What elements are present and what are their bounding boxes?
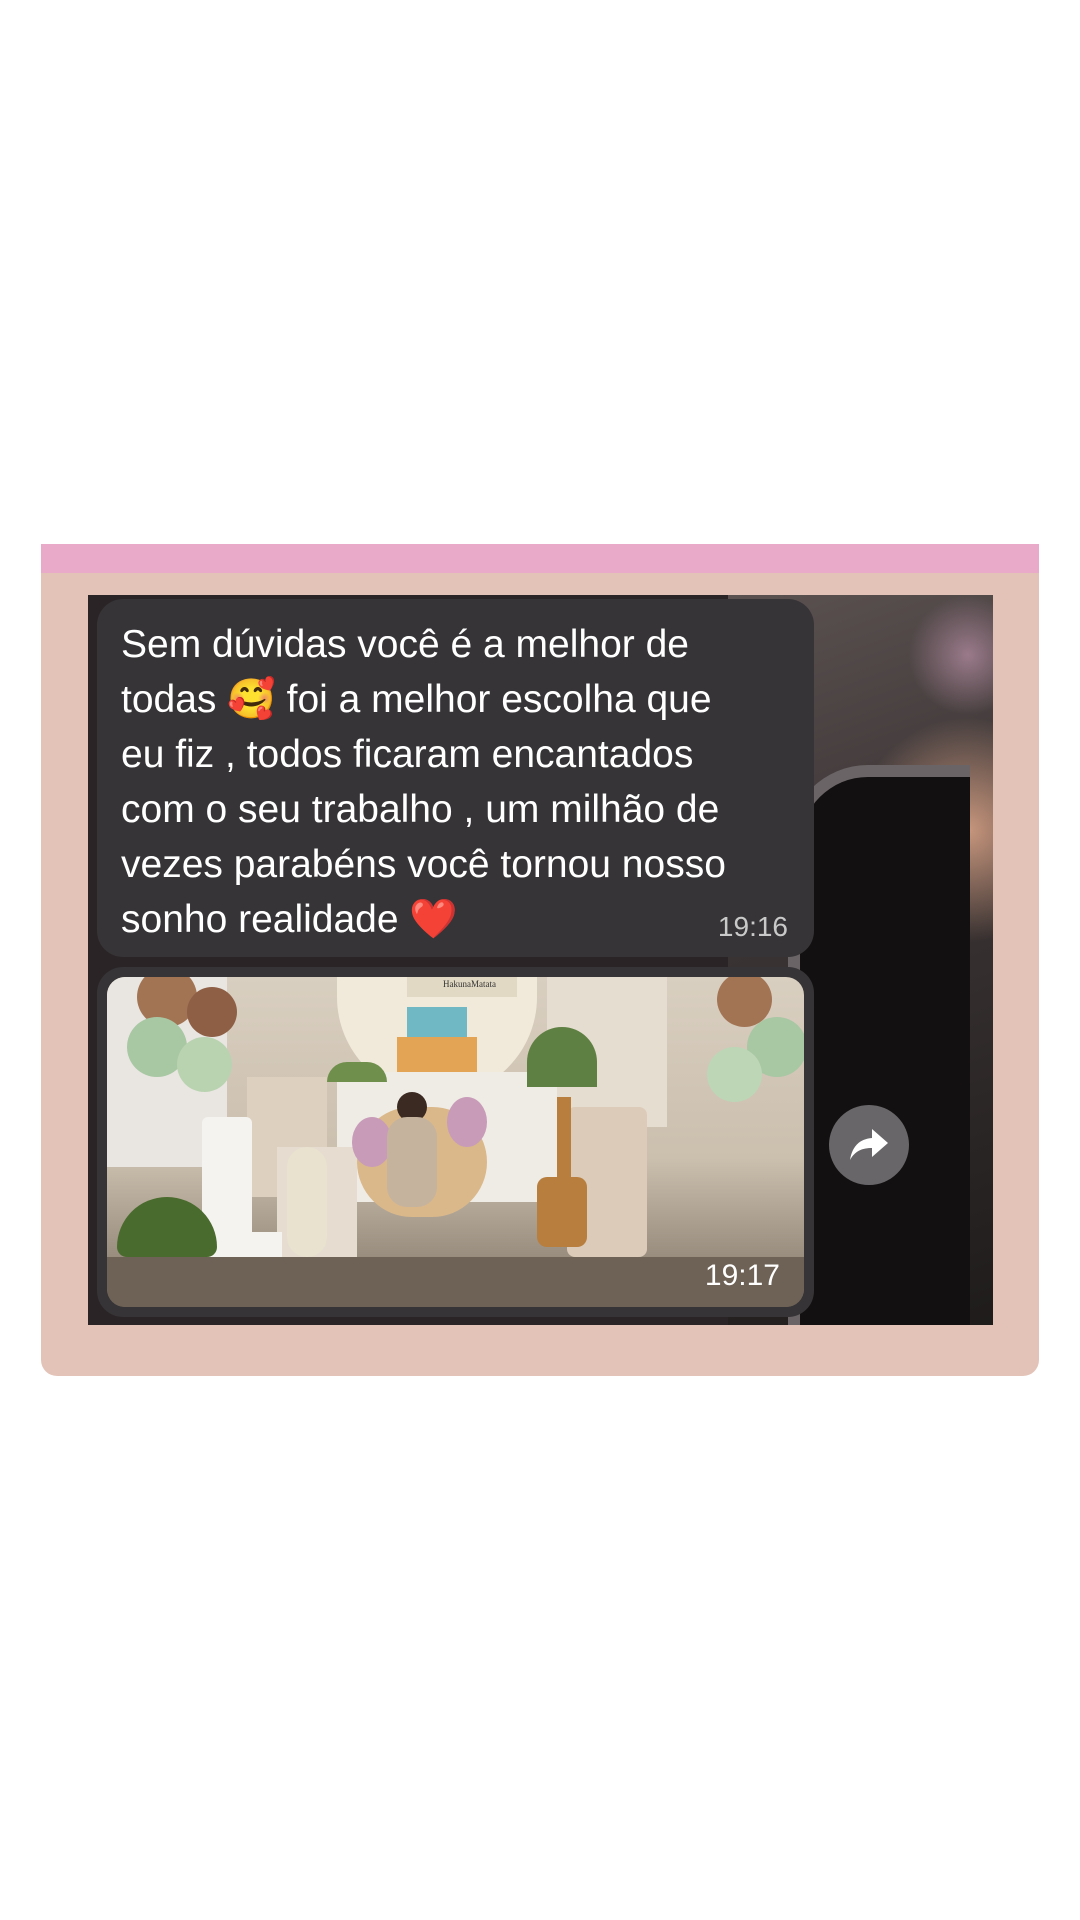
giraffe-body [537,1177,587,1247]
floor [107,1257,804,1307]
child-body [387,1117,437,1207]
photo-timestamp: 19:17 [704,1259,780,1292]
forward-button[interactable] [829,1105,909,1185]
chat-screenshot: Sem dúvidas você é a melhor de todas 🥰 f… [88,595,993,1325]
banner-text: HakunaMatata [443,979,496,989]
background-frame-inner [788,765,970,1325]
balloon [707,1047,762,1102]
plant [327,1062,387,1082]
elephant-ear [352,1117,392,1167]
story-card: Sem dúvidas você é a melhor de todas 🥰 f… [41,544,1039,1376]
balloon [187,987,237,1037]
timon-cutout [287,1147,327,1257]
balloon [177,1037,232,1092]
background-pink-blur [908,595,993,715]
elephant-ear [447,1097,487,1147]
message-timestamp: 19:16 [717,911,788,942]
message-bubble[interactable]: Sem dúvidas você é a melhor de todas 🥰 f… [97,599,814,957]
party-photo[interactable]: HakunaMatata 19:17 [107,977,804,1307]
cake-middle [397,1037,477,1072]
banner: HakunaMatata [407,977,517,997]
card-top-bar [41,544,1039,573]
forward-arrow-icon [850,1129,888,1160]
photo-message-bubble[interactable]: HakunaMatata 19:17 [97,967,814,1317]
cake-top [407,1007,467,1037]
message-text: Sem dúvidas você é a melhor de todas 🥰 f… [121,623,726,941]
